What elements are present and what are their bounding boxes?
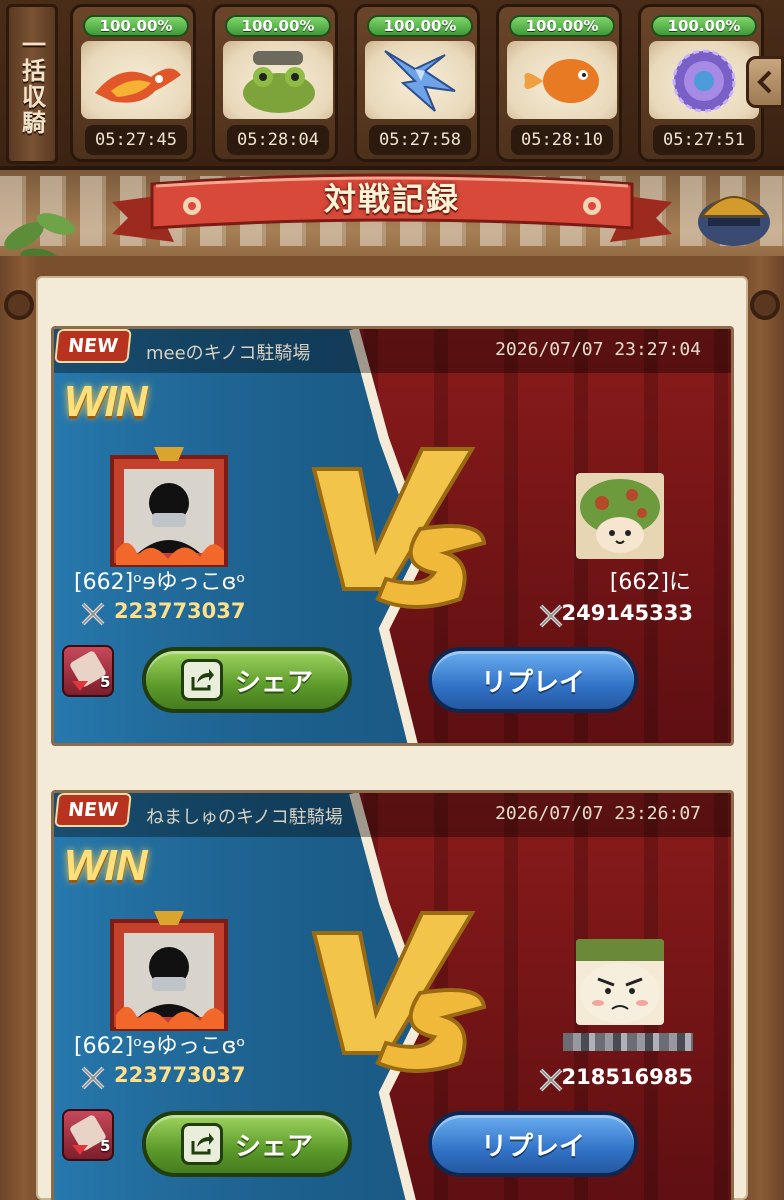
player-power: 223773037 <box>114 1063 246 1087</box>
battle-timestamp: 2026/07/07 23:26:07 <box>495 803 701 824</box>
mount-slot[interactable]: 100.00% 05:27:58 <box>354 4 480 162</box>
progress-percent: 100.00% <box>651 15 757 37</box>
progress-percent: 100.00% <box>83 15 189 37</box>
player-avatar[interactable] <box>108 447 230 569</box>
collect-all-label: 一括収騎 <box>17 32 46 136</box>
opponent-name-masked <box>563 1033 693 1051</box>
new-badge: NEW <box>54 329 132 363</box>
battle-timestamp: 2026/07/07 23:27:04 <box>495 339 701 360</box>
frame-ring <box>4 290 34 320</box>
crystal-dragon-mount-icon <box>365 41 475 119</box>
versus-emblem <box>311 911 487 1073</box>
player-avatar[interactable] <box>108 911 230 1033</box>
share-label: シェア <box>234 667 313 698</box>
player-power: 223773037 <box>114 599 246 623</box>
progress-percent: 100.00% <box>509 15 615 37</box>
player-name: [662]ᵒɘゆっこɞᵒ <box>74 570 246 595</box>
opponent-name: [662]に <box>609 570 691 595</box>
collect-all-button[interactable]: 一括収騎 <box>6 4 58 164</box>
replay-button[interactable]: リプレイ <box>428 1111 638 1177</box>
new-badge: NEW <box>54 793 132 827</box>
goldfish-mount-icon <box>507 41 617 119</box>
frame-ring <box>750 290 780 320</box>
progress-percent: 100.00% <box>225 15 331 37</box>
battle-location: ねましゅのキノコ駐騎場 <box>146 807 343 828</box>
crossed-swords-icon <box>539 1068 563 1092</box>
mount-slot[interactable]: 100.00% 05:28:10 <box>496 4 622 162</box>
battle-location: meeのキノコ駐騎場 <box>146 343 311 364</box>
mount-timer: 05:27:58 <box>369 125 471 155</box>
battle-record-card: NEW meeのキノコ駐騎場 2026/07/07 23:27:04 WIN [… <box>51 326 734 746</box>
versus-emblem <box>311 447 487 609</box>
mount-timer: 05:28:04 <box>227 125 329 155</box>
opponent-power: 249145333 <box>561 601 693 625</box>
progress-percent: 100.00% <box>367 15 473 37</box>
crossed-swords-icon <box>81 1066 105 1090</box>
green-mushroom-avatar-icon[interactable] <box>576 473 664 559</box>
chevron-left-icon <box>757 70 772 94</box>
helmet-decoration-icon <box>698 196 770 246</box>
mount-slot[interactable]: 100.00% 05:28:04 <box>212 4 338 162</box>
page-title: 対戦記録 <box>323 180 460 218</box>
win-label: WIN <box>64 841 148 890</box>
opponent-power: 218516985 <box>561 1065 693 1089</box>
crossed-swords-icon <box>539 604 563 628</box>
share-button[interactable]: シェア <box>142 647 352 713</box>
replay-label: リプレイ <box>480 1131 585 1162</box>
fire-bird-mount-icon <box>81 41 191 119</box>
rank-change-value: 5 <box>100 1137 111 1155</box>
mount-timer: 05:27:51 <box>653 125 755 155</box>
battle-record-screen: { "collect_button": { "label": "一括収騎" },… <box>0 0 784 1200</box>
share-button[interactable]: シェア <box>142 1111 352 1177</box>
crossed-swords-icon <box>81 602 105 626</box>
battle-record-card: NEW ねましゅのキノコ駐騎場 2026/07/07 23:26:07 WIN … <box>51 790 734 1200</box>
share-icon <box>180 1123 223 1165</box>
mount-timer: 05:27:45 <box>85 125 187 155</box>
mount-slot[interactable]: 100.00% 05:27:45 <box>70 4 196 162</box>
angry-mushroom-avatar-icon[interactable] <box>576 939 664 1025</box>
replay-label: リプレイ <box>480 667 585 698</box>
rank-change-value: 5 <box>100 673 111 691</box>
replay-button[interactable]: リプレイ <box>428 647 638 713</box>
share-label: シェア <box>234 1131 313 1162</box>
share-icon <box>180 659 223 701</box>
mount-timer: 05:28:10 <box>511 125 613 155</box>
scroll-left-button[interactable] <box>746 56 784 108</box>
magic-portal-mount-icon <box>649 41 759 119</box>
frog-cannon-mount-icon <box>223 41 333 119</box>
player-name: [662]ᵒɘゆっこɞᵒ <box>74 1034 246 1059</box>
win-label: WIN <box>64 377 148 426</box>
